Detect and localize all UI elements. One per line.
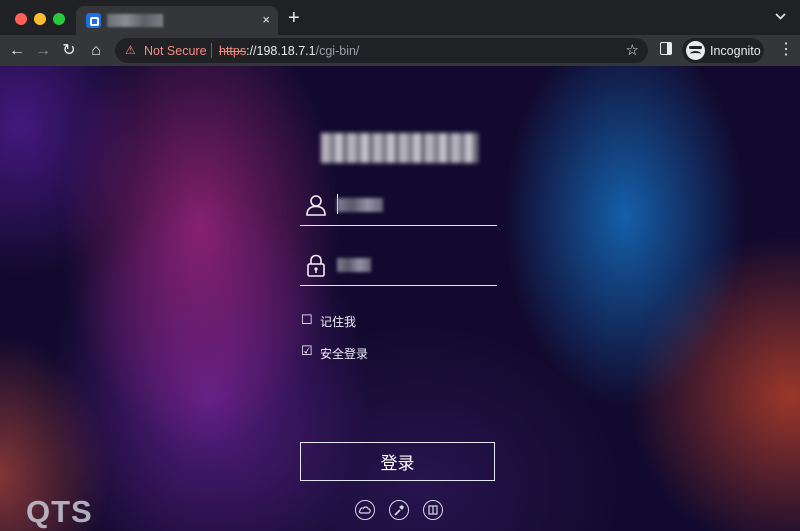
tab-close-button[interactable]: × <box>262 12 270 27</box>
book-icon[interactable] <box>423 500 443 520</box>
url-host: ://198.18.7.1 <box>246 44 316 58</box>
address-bar[interactable]: ⚠ Not Secure https://198.18.7.1/cgi-bin/… <box>115 38 648 63</box>
tab-strip: × + <box>0 0 800 35</box>
browser-menu-button[interactable]: ⋮ <box>778 40 794 60</box>
active-tab[interactable]: × <box>76 6 278 35</box>
maximize-window-button[interactable] <box>53 13 65 25</box>
secure-login-label[interactable]: 安全登录 <box>320 345 368 362</box>
tab-title <box>107 14 163 27</box>
incognito-icon <box>686 41 705 60</box>
password-input[interactable] <box>336 255 491 277</box>
divider <box>211 43 212 58</box>
back-button[interactable]: ← <box>7 41 27 61</box>
browser-window: × + ← → ↻ ⌂ ⚠ Not Secure https://198.18.… <box>0 0 800 531</box>
tool-icon[interactable] <box>389 500 409 520</box>
new-tab-button[interactable]: + <box>288 8 300 28</box>
browser-toolbar: ← → ↻ ⌂ ⚠ Not Secure https://198.18.7.1/… <box>0 35 800 66</box>
warning-icon[interactable]: ⚠ <box>125 43 136 57</box>
incognito-indicator[interactable]: Incognito <box>682 38 764 63</box>
username-field[interactable] <box>300 189 497 226</box>
cloud-icon[interactable] <box>355 500 375 520</box>
tab-search-button[interactable] <box>775 11 786 23</box>
lock-icon <box>307 254 325 277</box>
home-button[interactable]: ⌂ <box>86 41 106 61</box>
side-panel-icon[interactable] <box>660 42 672 55</box>
remember-me-checkbox[interactable]: ☐ <box>301 313 313 327</box>
close-window-button[interactable] <box>15 13 27 25</box>
reload-button[interactable]: ↻ <box>59 41 79 61</box>
security-status[interactable]: Not Secure <box>144 44 207 58</box>
secure-login-checkbox[interactable]: ☑ <box>301 344 313 358</box>
url-text[interactable]: https://198.18.7.1/cgi-bin/ <box>219 44 359 58</box>
brand-title <box>321 133 478 163</box>
forward-button[interactable]: → <box>33 41 53 61</box>
username-input[interactable] <box>336 195 491 217</box>
login-page: ☐ 记住我 ☑ 安全登录 登录 QTS <box>0 66 800 531</box>
remember-me-label[interactable]: 记住我 <box>320 313 356 330</box>
bookmark-star-icon[interactable]: ☆ <box>626 41 639 59</box>
qnap-favicon-icon <box>86 13 101 28</box>
url-scheme: https <box>219 44 247 58</box>
incognito-label: Incognito <box>710 44 761 58</box>
minimize-window-button[interactable] <box>34 13 46 25</box>
qts-logo: QTS <box>26 494 93 529</box>
login-button[interactable]: 登录 <box>300 442 495 481</box>
url-path: /cgi-bin/ <box>315 44 360 58</box>
password-field[interactable] <box>300 249 497 286</box>
user-icon <box>306 195 326 216</box>
